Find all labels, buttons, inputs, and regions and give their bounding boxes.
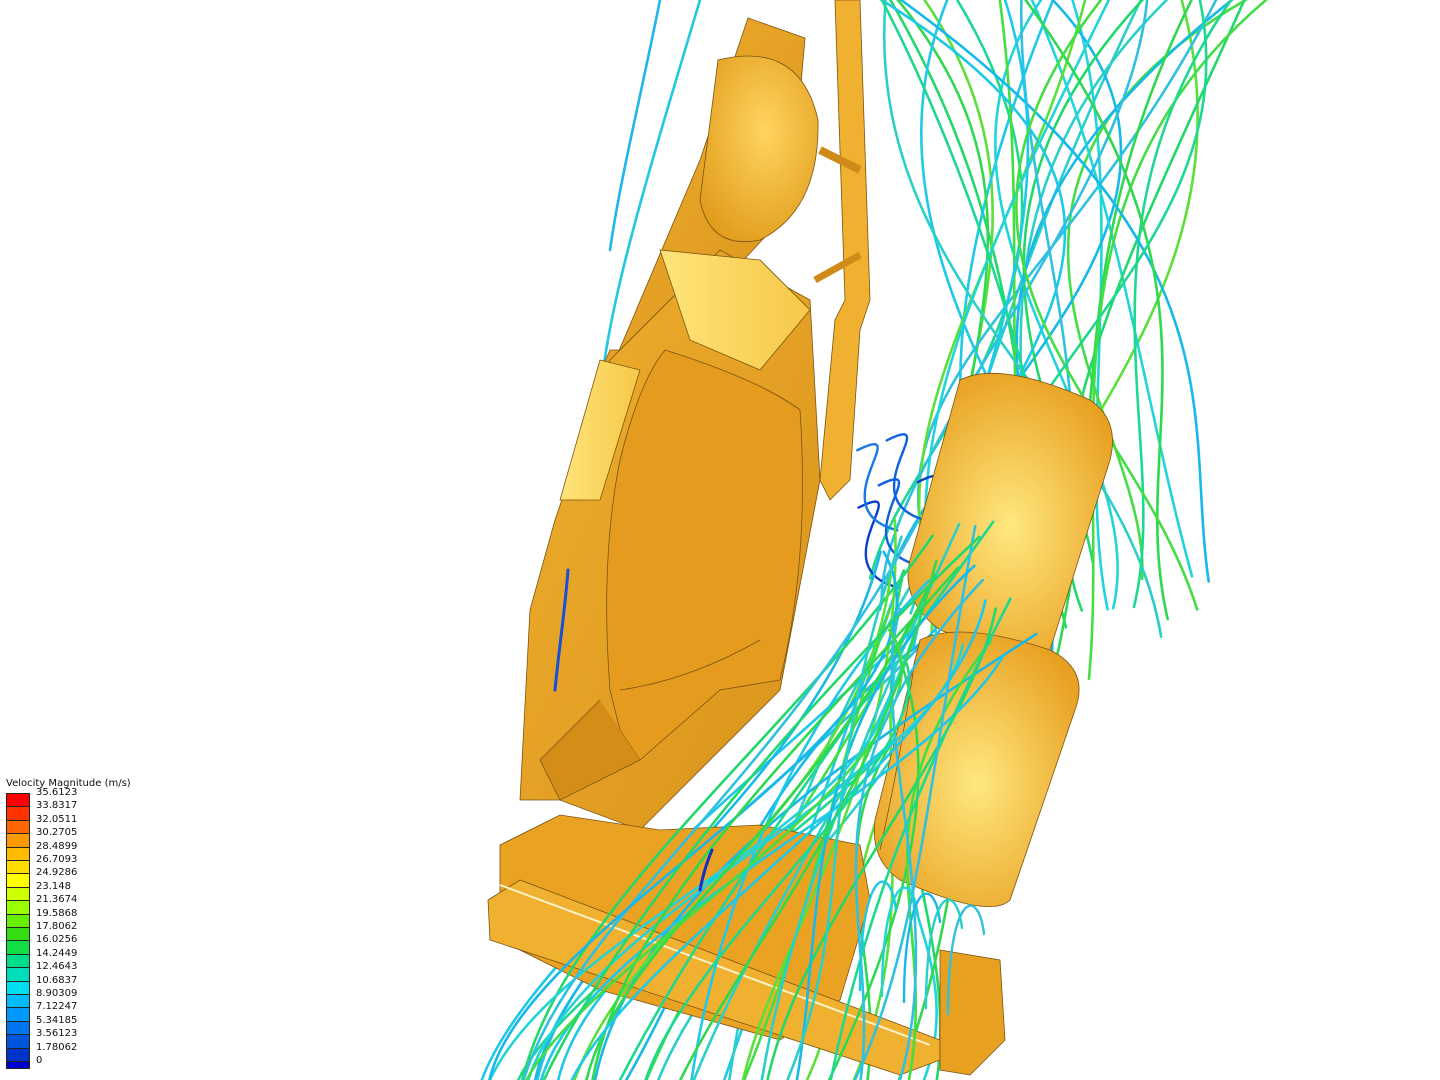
legend-value: 8.90309 [36,988,78,999]
legend-swatch [6,860,30,874]
legend-value: 35.6123 [36,787,78,798]
legend-value: 32.0511 [36,813,78,825]
legend-swatch [6,953,30,968]
legend-swatch [6,1047,30,1061]
legend-value: 7.12247 [36,1001,78,1013]
legend-value: 16.0256 [36,934,78,946]
legend-swatch [6,994,30,1008]
legend-swatch [6,967,30,981]
legend-swatch [6,833,30,847]
cfd-scene[interactable] [0,0,1440,1080]
legend-value: 17.8062 [36,921,78,932]
legend-swatch [6,940,30,954]
seat-body [606,349,803,761]
legend-swatch [6,886,30,901]
legend-value: 21.3674 [36,894,78,906]
legend-value: 26.7093 [36,854,78,865]
legend-value: 5.34185 [36,1014,78,1026]
streamline [608,0,662,252]
helmet [699,55,819,242]
streamline [1132,0,1233,609]
legend-value: 24.9286 [36,867,78,879]
roll-hoop [819,0,871,501]
legend-swatch [6,927,30,941]
legend-swatch [6,819,30,834]
legend-value: 19.5868 [36,907,78,919]
cfd-viewport[interactable]: Velocity Magnitude (m/s) 35.6123 33.8317 3… [0,0,1440,1080]
legend-swatch [6,806,30,820]
legend-swatch [6,1034,30,1048]
legend-value: 3.56123 [36,1028,78,1040]
velocity-legend: Velocity Magnitude (m/s) 35.6123 33.8317 3… [6,778,206,1069]
legend-value: 12.4643 [36,961,78,973]
streamline [856,443,899,532]
legend-value: 14.2449 [36,947,78,959]
legend-swatch [6,980,30,994]
legend-value: 1.78062 [36,1041,78,1053]
legend-swatch [6,1020,30,1035]
legend-swatch [6,793,30,807]
legend-value: 28.4899 [36,840,78,852]
legend-swatch [6,873,30,887]
legend-entry: 0 [6,1055,42,1074]
legend-swatch [6,913,30,927]
legend-value: 33.8317 [36,800,78,812]
legend-swatch [6,1061,30,1069]
legend-value: 23.148 [36,880,71,892]
legend-value: 30.2705 [36,827,78,839]
legend-swatch [6,846,30,860]
legend-value: 0 [36,1055,43,1066]
legend-swatch [6,1007,30,1021]
legend-scale: 35.6123 33.8317 32.0511 30.2705 28.4899 26.70… [6,787,206,1069]
legend-swatch [6,900,30,914]
legend-value: 10.6837 [36,974,78,986]
